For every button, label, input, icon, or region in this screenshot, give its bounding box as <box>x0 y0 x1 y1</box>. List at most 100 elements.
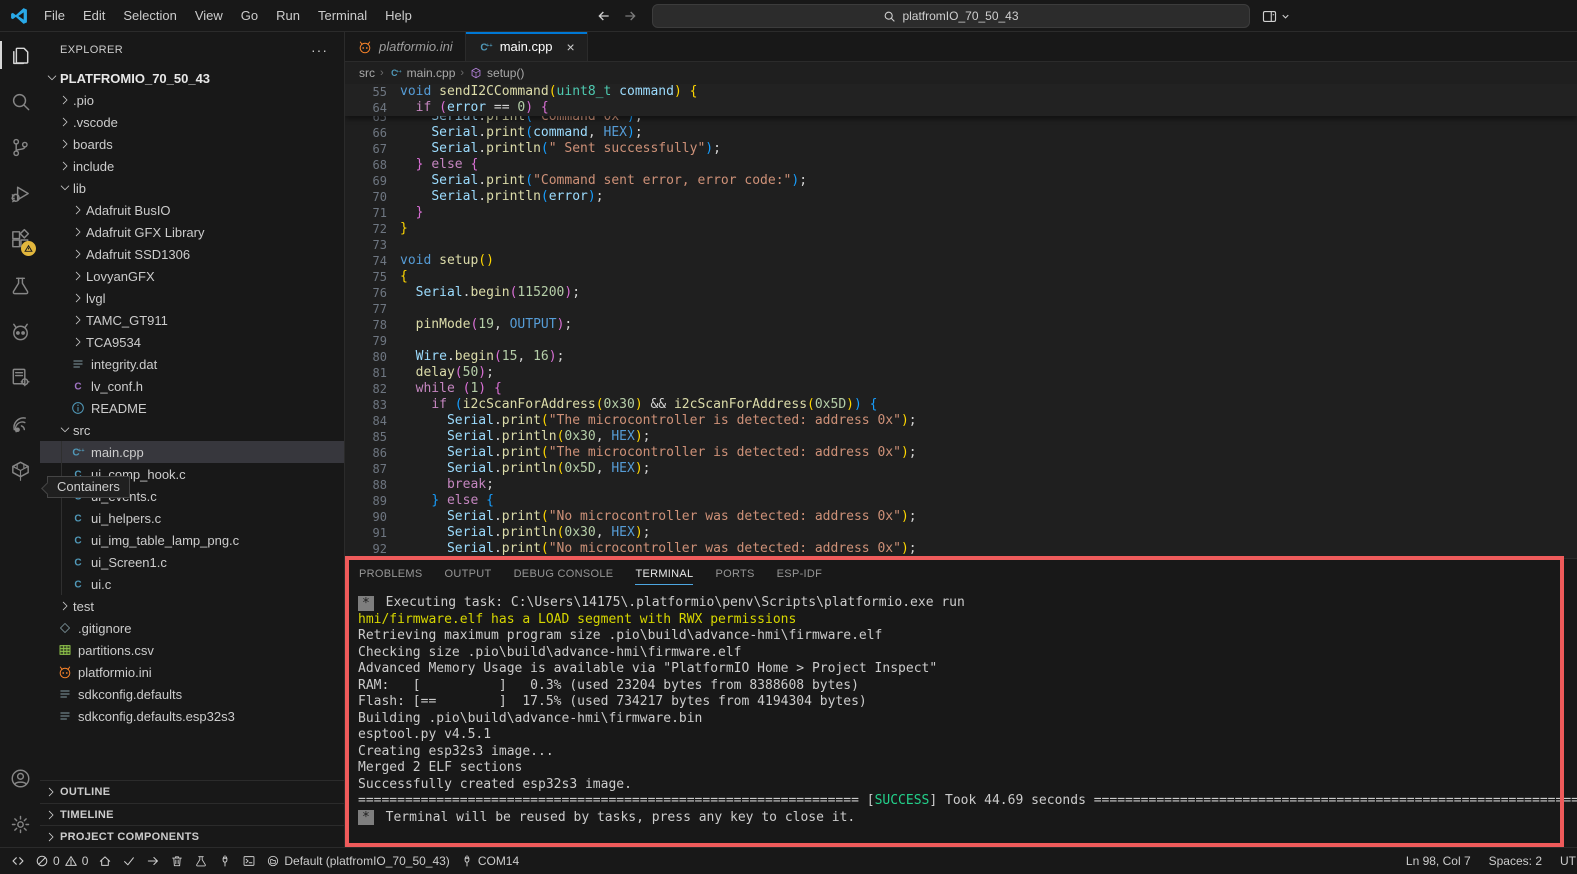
section-project-components[interactable]: PROJECT COMPONENTS <box>40 825 344 847</box>
tree-item-integrity-dat[interactable]: integrity.dat <box>40 353 344 375</box>
layout-toggle-icon[interactable] <box>1261 8 1278 25</box>
line-number[interactable]: 88 <box>345 477 387 493</box>
terminal-output[interactable]: * Executing task: C:\Users\14175\.platfo… <box>345 589 1577 847</box>
breadcrumb[interactable]: src›C++main.cpp›setup() <box>345 62 1577 84</box>
line-number[interactable]: 82 <box>345 381 387 397</box>
status-pio-clean[interactable] <box>165 850 189 872</box>
menu-view[interactable]: View <box>186 1 232 31</box>
status-pio-upload[interactable] <box>141 850 165 872</box>
tree-item-adafruit-gfx-library[interactable]: Adafruit GFX Library <box>40 221 344 243</box>
nav-forward-icon[interactable] <box>622 8 638 24</box>
line-number[interactable]: 83 <box>345 397 387 413</box>
command-center-search[interactable]: platfromIO_70_50_43 <box>652 4 1250 28</box>
section-timeline[interactable]: TIMELINE <box>40 803 344 825</box>
activity-testing[interactable] <box>0 262 40 308</box>
tree-item-test[interactable]: test <box>40 595 344 617</box>
line-number[interactable]: 67 <box>345 141 387 157</box>
chevron-down-icon[interactable] <box>1280 11 1291 22</box>
line-number[interactable]: 75 <box>345 269 387 285</box>
line-number[interactable]: 86 <box>345 445 387 461</box>
activity-extensions[interactable] <box>0 216 40 262</box>
line-number[interactable]: 73 <box>345 237 387 253</box>
panel-tab-terminal[interactable]: TERMINAL <box>635 559 693 589</box>
line-number[interactable]: 68 <box>345 157 387 173</box>
menu-edit[interactable]: Edit <box>74 1 114 31</box>
panel-tab-output[interactable]: OUTPUT <box>445 559 492 589</box>
activity-settings[interactable] <box>0 801 40 847</box>
activity-search[interactable] <box>0 78 40 124</box>
line-number[interactable]: 77 <box>345 301 387 317</box>
activity-containers[interactable] <box>0 446 40 492</box>
line-number[interactable]: 91 <box>345 525 387 541</box>
line-number[interactable]: 79 <box>345 333 387 349</box>
status-pio-env[interactable]: Default (platfromIO_70_50_43) <box>261 850 454 872</box>
breadcrumb-main-cpp[interactable]: C++main.cpp <box>389 66 456 80</box>
tab-main-cpp[interactable]: C++main.cpp× <box>466 32 588 61</box>
tree-item-readme[interactable]: README <box>40 397 344 419</box>
status-serial-port[interactable]: COM14 <box>455 850 524 872</box>
line-number[interactable]: 76 <box>345 285 387 301</box>
tree-item-lovyangfx[interactable]: LovyanGFX <box>40 265 344 287</box>
line-number[interactable]: 90 <box>345 509 387 525</box>
tab-platformio-ini[interactable]: platformio.ini <box>345 32 466 61</box>
menu-go[interactable]: Go <box>232 1 267 31</box>
tree-item-adafruit-ssd1306[interactable]: Adafruit SSD1306 <box>40 243 344 265</box>
line-number[interactable]: 64 <box>345 100 387 116</box>
menu-run[interactable]: Run <box>267 1 309 31</box>
line-number[interactable]: 70 <box>345 189 387 205</box>
line-number[interactable]: 85 <box>345 429 387 445</box>
status-pio-test[interactable] <box>189 850 213 872</box>
line-number[interactable]: 84 <box>345 413 387 429</box>
status-pio-monitor[interactable] <box>213 850 237 872</box>
tree-item--gitignore[interactable]: .gitignore <box>40 617 344 639</box>
tree-item--vscode[interactable]: .vscode <box>40 111 344 133</box>
tree-item-src[interactable]: src <box>40 419 344 441</box>
tree-item-tca9534[interactable]: TCA9534 <box>40 331 344 353</box>
panel-tab-ports[interactable]: PORTS <box>715 559 754 589</box>
status-errors[interactable]: 0 <box>30 850 62 872</box>
tree-item-sdkconfig-defaults-esp32s3[interactable]: sdkconfig.defaults.esp32s3 <box>40 705 344 727</box>
line-number[interactable]: 89 <box>345 493 387 509</box>
tree-item-lib[interactable]: lib <box>40 177 344 199</box>
tree-item-ui-screen1-c[interactable]: Cui_Screen1.c <box>40 551 344 573</box>
tree-item-partitions-csv[interactable]: partitions.csv <box>40 639 344 661</box>
menu-help[interactable]: Help <box>376 1 421 31</box>
breadcrumb-setup-[interactable]: setup() <box>469 66 524 80</box>
tree-item-main-cpp[interactable]: C++main.cpp <box>40 441 344 463</box>
menu-selection[interactable]: Selection <box>114 1 185 31</box>
activity-source-control[interactable] <box>0 124 40 170</box>
line-number[interactable]: 81 <box>345 365 387 381</box>
status-cursor-position[interactable]: Ln 98, Col 7 <box>1401 850 1476 872</box>
line-number[interactable]: 74 <box>345 253 387 269</box>
tree-item-lvgl[interactable]: lvgl <box>40 287 344 309</box>
tree-item--pio[interactable]: .pio <box>40 89 344 111</box>
status-pio-terminal[interactable] <box>237 850 261 872</box>
line-number[interactable]: 55 <box>345 84 387 100</box>
line-number[interactable]: 72 <box>345 221 387 237</box>
line-number[interactable]: 66 <box>345 125 387 141</box>
activity-platformio[interactable] <box>0 308 40 354</box>
status-warnings[interactable]: 0 <box>62 850 94 872</box>
menu-terminal[interactable]: Terminal <box>309 1 376 31</box>
tree-item-ui-img-table-lamp-png-c[interactable]: Cui_img_table_lamp_png.c <box>40 529 344 551</box>
panel-tab-esp-idf[interactable]: ESP-IDF <box>777 559 823 589</box>
status-encoding[interactable]: UTF-8 <box>1555 850 1577 872</box>
line-number[interactable]: 71 <box>345 205 387 221</box>
section-outline[interactable]: OUTLINE <box>40 781 344 803</box>
status-pio-build[interactable] <box>117 850 141 872</box>
tree-item-boards[interactable]: boards <box>40 133 344 155</box>
line-number[interactable]: 80 <box>345 349 387 365</box>
tree-item-ui-helpers-c[interactable]: Cui_helpers.c <box>40 507 344 529</box>
tree-item-platfromio-70-50-43[interactable]: PLATFROMIO_70_50_43 <box>40 67 344 89</box>
tree-item-platformio-ini[interactable]: platformio.ini <box>40 661 344 683</box>
nav-back-icon[interactable] <box>596 8 612 24</box>
activity-run-debug[interactable] <box>0 170 40 216</box>
panel-tab-problems[interactable]: PROBLEMS <box>359 559 423 589</box>
tree-item-ui-c[interactable]: Cui.c <box>40 573 344 595</box>
activity-esp-idf[interactable] <box>0 354 40 400</box>
menu-file[interactable]: File <box>35 1 74 31</box>
status-remote[interactable] <box>6 850 30 872</box>
tree-item-sdkconfig-defaults[interactable]: sdkconfig.defaults <box>40 683 344 705</box>
activity-espressif[interactable] <box>0 400 40 446</box>
status-pio-home[interactable] <box>93 850 117 872</box>
